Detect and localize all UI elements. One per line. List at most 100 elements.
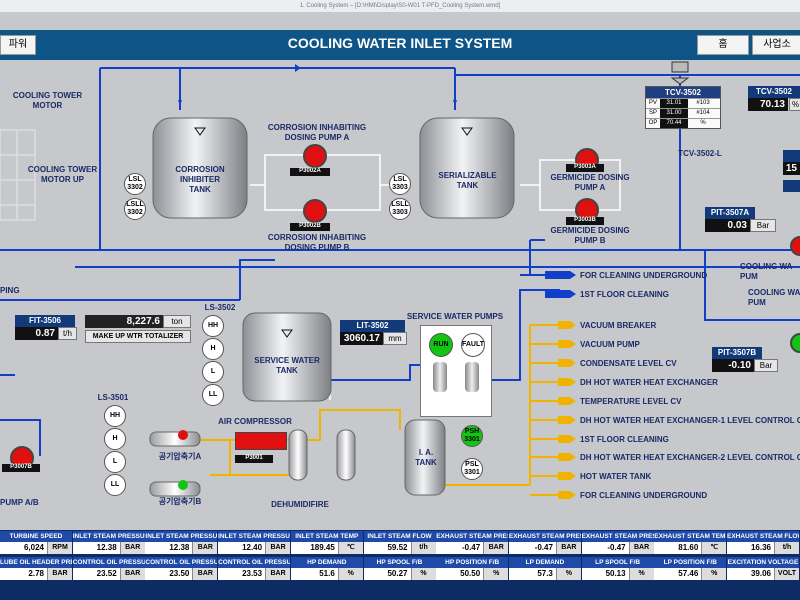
status-cell-value: 50.27 bbox=[387, 569, 408, 578]
lsll3303-indicator: LSLL 3303 bbox=[389, 198, 411, 220]
status-cell-label: LP POSITION F/B bbox=[654, 557, 727, 568]
pump-p3002b-tag: P3002B bbox=[290, 223, 330, 231]
status-cell-value: 23.50 bbox=[169, 569, 190, 578]
status-cell-unit: BAR bbox=[47, 568, 72, 580]
status-cell-value: 23.52 bbox=[96, 569, 117, 578]
air-dest-9: HOT WATER TANK bbox=[580, 472, 652, 481]
lit3502-value: 3060.17 bbox=[340, 332, 383, 345]
pump-p3002a-icon[interactable] bbox=[303, 144, 327, 168]
status-cell-reading: 50.27% bbox=[363, 568, 436, 580]
status-cell-value: 50.13 bbox=[605, 569, 626, 578]
air-dest-6: DH HOT WATER HEAT EXCHANGER-1 LEVEL CONT… bbox=[580, 416, 800, 425]
status-cell: HP DEMAND 51.6% bbox=[290, 557, 363, 581]
pump-p3002b-icon[interactable] bbox=[303, 199, 327, 223]
status-cell-reading: 12.38 BAR bbox=[72, 542, 145, 554]
corrosion-tank-label: CORROSION INHIBITER TANK bbox=[175, 165, 225, 194]
status-cell-label: EXHAUST STEAM FLOW bbox=[727, 531, 799, 542]
ls3502-label: LS-3502 bbox=[204, 303, 236, 312]
status-cell: LP POSITION F/B 57.46% bbox=[654, 557, 727, 581]
lsl3303-indicator: LSL 3303 bbox=[389, 173, 411, 195]
status-cell-unit: % bbox=[628, 568, 654, 580]
status-cell: INLET STEAM TEMP 189.45 ℃ bbox=[290, 531, 363, 555]
fit3506-value: 0.87 bbox=[15, 327, 58, 340]
germicide-pump-a-label: GERMICIDE DOSING PUMP A bbox=[550, 173, 630, 192]
status-cell: EXHAUST STEAM PRESSURE-B-0.47BAR bbox=[508, 531, 581, 555]
run-indicator: RUN bbox=[429, 333, 453, 357]
status-cell: INLET STEAM PRESSURE-C12.40BAR bbox=[218, 531, 291, 555]
lsl3302-indicator: LSL 3302 bbox=[124, 173, 146, 195]
status-cell-reading: 81.60 ℃ bbox=[654, 542, 727, 554]
status-cell-reading: 23.52 BAR bbox=[72, 568, 145, 580]
service-tank-label: SERVICE WATER TANK bbox=[254, 356, 320, 375]
status-cell-label: INLET STEAM PRESSURE-A bbox=[72, 531, 145, 542]
status-cell-reading: 57.46% bbox=[654, 568, 727, 580]
right-tag-stub bbox=[783, 150, 800, 162]
status-cell: TURBINE SPEED 6,024 RPM bbox=[0, 531, 72, 555]
germicide-pump-b-label: GERMICIDE DOSING PUMP B bbox=[550, 226, 630, 245]
cooling-tower-motor-label: COOLING TOWER MOTOR bbox=[12, 91, 83, 110]
lit3502-unit: mm bbox=[383, 332, 407, 345]
air-compressor-icon[interactable] bbox=[235, 432, 287, 450]
status-cell-reading: 23.53 BAR bbox=[218, 568, 291, 580]
status-cell-unit: % bbox=[410, 568, 436, 580]
status-cell-label: CONTROL OIL PRESSURE-1 bbox=[72, 557, 145, 568]
status-cell-value: -0.47 bbox=[607, 543, 626, 552]
tcv-sp-value: 31.00 bbox=[660, 109, 688, 118]
service-pump-1-icon[interactable] bbox=[433, 362, 447, 392]
tcv2-value: 70.13 bbox=[748, 98, 788, 111]
status-cell-value: 12.38 bbox=[169, 543, 190, 552]
status-cell-unit: BAR bbox=[119, 542, 145, 554]
status-cell: HP POSITION F/B 50.50% bbox=[436, 557, 509, 581]
status-cell-reading: 39.06 VOLT bbox=[727, 568, 799, 580]
water-dest-1: FOR CLEANING UNDERGROUND bbox=[580, 271, 708, 280]
status-cell-reading: 23.50 BAR bbox=[145, 568, 218, 580]
pit3507a-unit: Bar bbox=[750, 219, 776, 232]
psl3301-indicator: PSL 3301 bbox=[461, 458, 483, 480]
tcv-sp-row: SP 31.00 #104 bbox=[646, 108, 720, 118]
status-cell-unit: t/h bbox=[410, 542, 436, 554]
status-cell: LP SPOOL F/B 50.13% bbox=[581, 557, 654, 581]
cooling-pump-2-label: COOLING WA PUM bbox=[748, 288, 800, 307]
home-button[interactable]: 홈 bbox=[697, 35, 749, 55]
status-cell-unit: BAR bbox=[119, 568, 145, 580]
pit3507b-unit: Bar bbox=[754, 359, 778, 372]
status-cell-reading: 189.45 ℃ bbox=[290, 542, 363, 554]
pump-ab-label: PUMP A/B bbox=[0, 498, 39, 507]
lit3502-tag: LIT-3502 bbox=[340, 320, 405, 332]
serializable-tank-label: SERIALIZABLE TANK bbox=[438, 171, 497, 190]
status-cell: EXHAUST STEAM TEMP 81.60 ℃ bbox=[654, 531, 727, 555]
status-cell: LP DEMAND 57.3% bbox=[508, 557, 581, 581]
status-cell-unit: % bbox=[337, 568, 363, 580]
status-cell-reading: 6,024 RPM bbox=[0, 542, 72, 554]
status-cell-value: 12.38 bbox=[96, 543, 117, 552]
window-title: 1. Cooling System – [D:\HMI\Display\S0-W… bbox=[0, 0, 800, 12]
tcv-sp-key: SP bbox=[648, 110, 657, 116]
status-cell: INLET STEAM PRESSURE-B12.38BAR bbox=[145, 531, 218, 555]
pit3507b-tag: PIT-3507B bbox=[712, 347, 762, 359]
status-cell-reading: -0.47 BAR bbox=[508, 542, 581, 554]
status-cell-value: 16.36 bbox=[750, 543, 771, 552]
tcv-3502-controller[interactable]: TCV-3502 PV 31.01 #103 SP 31.00 #104 OP 70.44… bbox=[645, 86, 721, 129]
status-cell-label: INLET STEAM FLOW bbox=[363, 531, 436, 542]
tcv-pv-key: PV bbox=[648, 100, 657, 106]
status-cell-label: HP SPOOL F/B bbox=[363, 557, 436, 568]
status-cell-value: -0.47 bbox=[461, 543, 481, 552]
status-cell-value: -0.47 bbox=[534, 543, 553, 552]
status-cell-value: 50.50 bbox=[460, 569, 481, 578]
pit3507a-tag: PIT-3507A bbox=[705, 207, 755, 219]
status-cell-value: 57.46 bbox=[678, 569, 699, 578]
status-cell-label: INLET STEAM TEMP bbox=[290, 531, 363, 542]
office-button[interactable]: 사업소 bbox=[752, 35, 800, 55]
status-cell-value: 81.60 bbox=[678, 543, 699, 552]
compressor-b-label: 공기압축기B bbox=[158, 497, 202, 506]
status-cell-label: EXCITATION VOLTAGE bbox=[727, 557, 799, 568]
air-dest-4: DH HOT WATER HEAT EXCHANGER bbox=[580, 378, 718, 387]
service-pump-2-icon[interactable] bbox=[465, 362, 479, 392]
totalizer-unit: ton bbox=[163, 315, 191, 328]
tcv-l-label: TCV-3502-L bbox=[678, 149, 722, 158]
status-cell-value: 57.3 bbox=[537, 569, 553, 578]
status-cell-label: EXHAUST STEAM TEMP bbox=[654, 531, 727, 542]
ls3501-hh-indicator: HH bbox=[104, 405, 126, 427]
pump-p3007b-tag: P3007B bbox=[2, 464, 40, 472]
status-cell-unit: % bbox=[483, 568, 509, 580]
